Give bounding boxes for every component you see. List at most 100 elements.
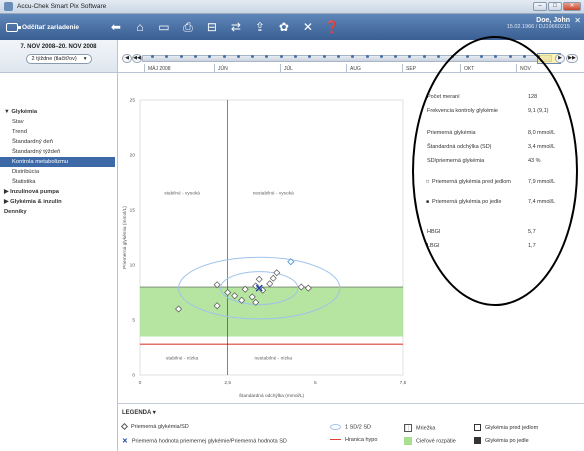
window-controls: – □ ✕ [533,2,581,11]
legend-item: 1 SD/2 SD [330,424,371,430]
legend-item-label: Priemerná hodnota priemernej glykémie/Pr… [131,438,287,445]
nav-item-label: Štandardný deň [12,139,53,145]
maximize-button[interactable]: □ [548,2,562,11]
nav-item-2[interactable]: Trend [0,127,117,137]
legend-item-label: Glykémia pred jedlom [485,424,539,431]
nav-item-4[interactable]: Štandardný týždeň [0,147,117,157]
legend-item[interactable]: Glykémia po jedle [474,437,529,444]
document-icon[interactable]: ▭ [155,18,173,36]
timeline-last-button[interactable]: ▶▶ [566,54,578,63]
post-meal-checkbox [474,437,481,444]
nav-item-label: Kontrola metabolizmu [12,159,69,165]
quadrant-label: stabilné - nízka [166,356,199,362]
user-info: Doe, John 15.02.1966 / DJ19660215 [507,17,570,30]
print-icon[interactable]: ⎙ [179,18,197,36]
nav-item-6[interactable]: Distribúcia [0,167,117,177]
legend-item: Priemerná glykémia/SD [120,423,189,431]
nav-item-label: Štatistika [12,179,36,185]
nav-item-label: Glykémia & inzulín [10,199,62,205]
timeline-point [294,55,297,58]
nav-item-7[interactable]: Štatistika [0,177,117,187]
legend-item: Cieľové rozpätie [404,437,456,445]
highlight-oval [412,36,578,306]
timeline-point [193,55,197,58]
timeline-tick [346,64,347,72]
chevron-down-icon: ▾ [83,56,87,62]
timeline-point [379,55,383,58]
timeline-tick [280,64,281,72]
legend-item-label: Glykémia po jedle [485,437,529,444]
app-title: Accu-Chek Smart Pix Software [17,3,107,10]
y-tick-label: 15 [130,208,136,214]
nav-item-8[interactable]: ▶ Inzulínová pumpa [0,187,117,197]
transfer-icon[interactable]: ⇄ [227,18,245,36]
timeline-point [308,55,312,58]
nav-item-0[interactable]: ▼ Glykémia [0,107,117,117]
home-icon[interactable]: ⌂ [131,18,149,36]
chart-svg: stabilné - vysoká nestabilné - vysoká stab… [122,98,407,400]
timeline-month-label: MÁJ 2008 [148,66,171,72]
timeline-point [165,55,169,58]
nav-item-label: Štandardný týždeň [12,149,61,155]
metabolic-control-chart: stabilné - vysoká nestabilné - vysoká stab… [118,73,416,403]
timeline-point [279,55,283,58]
timeline-point [394,55,398,58]
user-name: Doe, John [536,17,570,24]
nav-item-10[interactable]: Denníky [0,207,117,217]
settings-icon[interactable]: ✿ [275,18,293,36]
read-device-button[interactable]: Odčítať zariadenie [6,22,79,32]
nav-item-5[interactable]: Kontrola metabolizmu [0,157,115,167]
timeline-point [208,55,212,58]
timeline-prev-button[interactable]: ◀ [122,54,132,63]
range-select[interactable]: 2 týždne (tlačiť/ov) ▾ [25,54,92,64]
nav-item-3[interactable]: Štandardný deň [0,137,117,147]
arrow-left-icon[interactable]: ⬅ [107,18,125,36]
timeline-point [236,55,240,58]
quadrant-label: nestabilné - nízka [254,356,292,362]
legend: LEGENDA ▾ Priemerná glykémia/SD ✕ Priemern… [118,403,584,451]
timeline-month-label: JÚL [284,66,293,72]
timeline-next-button[interactable]: ▶ [555,54,565,63]
nav-item-label: Trend [12,129,27,135]
target-range-band [140,287,403,337]
help-icon[interactable]: ❓ [323,18,341,36]
nav-item-9[interactable]: ▶ Glykémia & inzulín [0,197,117,207]
grid-checkbox [404,424,412,432]
minimize-button[interactable]: – [533,2,547,11]
device-icon [6,22,21,32]
close-patient-icon[interactable]: ✕ [574,16,581,25]
close-window-button[interactable]: ✕ [563,2,581,11]
timeline-point [422,55,426,58]
pre-meal-checkbox [474,424,481,431]
legend-item-label: Hranica hypo [345,437,378,443]
timeline-point [179,55,183,58]
legend-item[interactable]: Mriežka [404,424,435,432]
legend-item-label: Mriežka [416,425,436,432]
nav-item-label: Glykémia [11,109,38,115]
export-icon[interactable]: ⊟ [203,18,221,36]
legend-item: ✕ Priemerná hodnota priemernej glykémie/P… [122,437,287,445]
title-bar: Accu-Chek Smart Pix Software – □ ✕ [0,0,584,14]
x-axis-label: Štandardná odchýlka (mmol/L) [239,392,305,399]
legend-item-label: Priemerná glykémia/SD [131,424,189,430]
timeline-point [336,55,340,58]
legend-title[interactable]: LEGENDA ▾ [122,409,156,416]
user-id: 15.02.1966 / DJ19660215 [506,24,570,30]
timeline-point [408,55,412,58]
y-tick-label: 20 [130,153,136,159]
timeline-month-label: AUG [350,66,361,72]
timeline-tick [214,64,215,72]
timeline-first-button[interactable]: ◀◀ [132,54,142,63]
timeline-point [265,55,269,58]
tools-icon[interactable]: ✕ [299,18,317,36]
nav-item-label: Denníky [4,209,27,215]
legend-item[interactable]: Glykémia pred jedlom [474,424,538,431]
quadrant-label: nestabilné - vysoká [253,191,294,197]
y-tick-label: 25 [130,98,136,104]
mean-sd-diamond-icon [120,423,129,431]
upload-icon[interactable]: ⇪ [251,18,269,36]
quadrant-label: stabilné - vysoká [164,191,200,197]
timeline-point [251,55,255,58]
nav-item-1[interactable]: Stav [0,117,117,127]
nav-item-label: Distribúcia [12,169,40,175]
